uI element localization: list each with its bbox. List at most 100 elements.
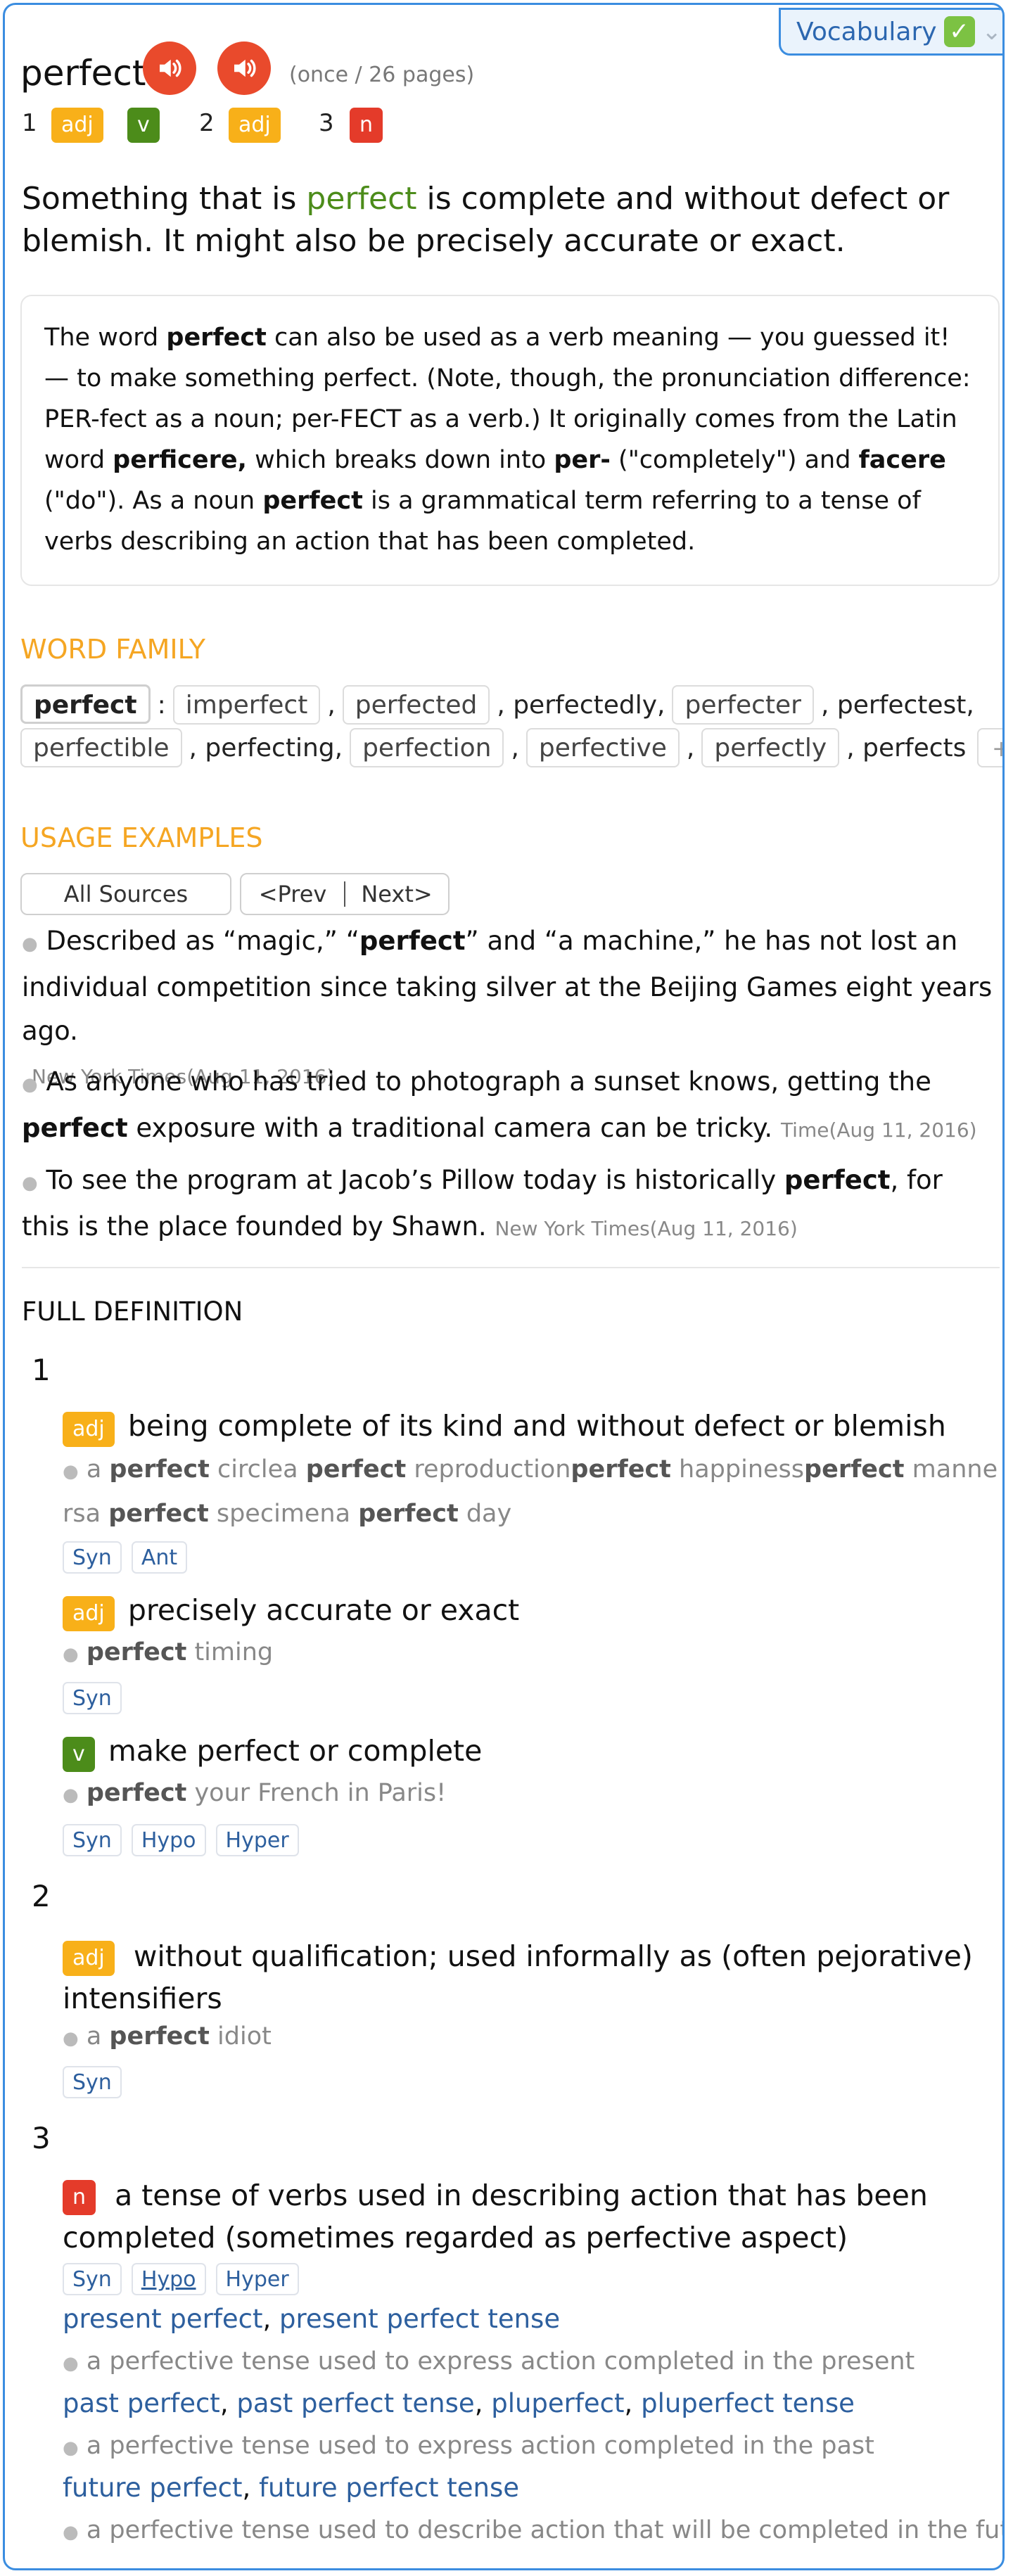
text: your French in Paris! [186,1779,447,1807]
word-family-plain[interactable]: , perfecting, [189,734,343,763]
word-family-plain[interactable]: , perfectest, [821,691,974,720]
short-definition: Something that is perfect is complete an… [22,178,993,262]
sense-nav-3[interactable]: 3 [319,109,334,146]
hyponym-link[interactable]: present perfect tense [279,2304,560,2334]
hyponym-gloss: ● a perfective tense used to express act… [63,2347,915,2376]
definition-text: a tense of verbs used in describing acti… [63,2179,928,2255]
word-family-item[interactable]: perfectly [701,728,840,767]
text: specimen [208,1500,336,1528]
sense-badge-n[interactable]: n [350,108,383,143]
separator: , [327,691,336,720]
relation-tags: Syn Ant [63,1541,197,1574]
sense-badge-v[interactable]: v [127,108,160,143]
example-source[interactable]: New York Times(Aug 11, 2016) [495,1217,797,1240]
bullet-icon: ● [63,1644,79,1665]
hyponym-link[interactable]: past perfect tense [236,2388,474,2418]
hyper-tag[interactable]: Hyper [215,1824,299,1856]
speaker-us-button[interactable] [143,42,196,95]
long-definition: The word perfect can also be used as a v… [20,295,1000,586]
relation-tags: Syn [63,1682,132,1714]
pos-badge-adj: adj [63,1596,115,1631]
bold-term: perfect [109,1455,210,1484]
hyponym-link[interactable]: pluperfect tense [641,2388,855,2418]
word-family-heading: WORD FAMILY [20,634,205,665]
hyponym-link[interactable]: past perfect [63,2388,220,2418]
text: a [335,1500,359,1528]
bullet-icon: ● [63,2437,79,2459]
word-family-root[interactable]: perfect [20,684,151,724]
bullet-icon: ● [63,1785,79,1806]
word-family-item[interactable]: perfected [342,685,490,725]
word-family-item[interactable]: imperfect [172,685,321,725]
bold-term: perfect [86,1638,187,1666]
headword: perfect [20,53,146,94]
text: a [283,1455,306,1484]
text: a perfective tense used to describe acti… [86,2516,1005,2544]
hyponym-gloss: ● a perfective tense used to express act… [63,2432,874,2460]
hyponym-link[interactable]: future perfect tense [259,2473,519,2503]
bold-term: perficere, [113,446,247,474]
sense-definition: adj being complete of its kind and witho… [63,1409,946,1447]
speaker-uk-button[interactable] [217,42,271,95]
bold-term: perfect [109,2022,210,2051]
syn-tag[interactable]: Syn [63,2066,122,2098]
text: a [86,2022,110,2051]
ant-tag[interactable]: Ant [131,1541,188,1574]
syn-tag[interactable]: Syn [63,1682,122,1714]
bold-term: perfect [784,1165,891,1195]
text: a perfective tense used to express actio… [86,2432,874,2460]
all-sources-button[interactable]: All Sources [20,873,231,915]
definition-text: make perfect or complete [108,1734,483,1768]
vocabulary-tab[interactable]: Vocabulary ✓ ⌄ [779,8,1002,56]
chevron-down-icon[interactable]: ⌄ [982,18,1002,46]
hyper-tag[interactable]: Hyper [215,2263,299,2295]
example-source[interactable]: Time(Aug 11, 2016) [781,1118,977,1142]
bullet-icon: ● [63,1461,79,1482]
text: a perfective tense used to express actio… [86,2347,915,2376]
bold-term: perfect [571,1455,671,1484]
hyponym-terms: future perfect, future perfect tense [63,2473,519,2503]
definition-group-number: 2 [32,1879,51,1913]
text: which breaks down into [246,446,554,474]
expand-word-family-button[interactable]: + [977,728,1002,767]
sense-badge-adj[interactable]: adj [229,108,281,143]
hypo-tag[interactable]: Hypo [131,2263,206,2295]
sense-examples: ● perfect timing [63,1638,273,1666]
text: reproduction [406,1455,571,1484]
next-button[interactable]: Next> [345,874,448,914]
sense-examples: ● a perfect circlea perfect reproduction… [63,1448,998,1535]
hyponym-link[interactable]: pluperfect [491,2388,624,2418]
relation-tags: Syn [63,2066,132,2098]
definition-text: without qualification; used informally a… [63,1939,973,2015]
bold-term: perfect [166,324,267,352]
usage-example: ● As anyone who has tried to photograph … [22,1060,995,1152]
sense-nav-1[interactable]: 1 [22,109,37,146]
prev-button[interactable]: <Prev [241,881,345,907]
bullet-icon: ● [22,1074,38,1095]
sense-number: 2 [199,109,215,137]
syn-tag[interactable]: Syn [63,1541,122,1574]
word-family-item[interactable]: perfectible [20,728,182,767]
pos-badge-n: n [63,2180,96,2215]
text: exposure with a traditional camera can b… [127,1113,773,1143]
pos-badge-adj: adj [63,1941,115,1976]
bold-term: perfect [804,1455,905,1484]
definition-group-number: 3 [32,2121,51,2155]
word-family-item[interactable]: perfective [525,728,680,767]
sense-number: 1 [22,109,37,137]
definition-text: being complete of its kind and without d… [127,1409,946,1443]
syn-tag[interactable]: Syn [63,1824,122,1856]
word-family-item[interactable]: perfecter [672,685,814,725]
sense-nav-2[interactable]: 2 [199,109,215,146]
syn-tag[interactable]: Syn [63,2263,122,2295]
hyponym-link[interactable]: present perfect [63,2304,263,2334]
hypo-tag[interactable]: Hypo [131,1824,206,1856]
text: ("completely") and [610,446,859,474]
word-family-plain[interactable]: , perfectedly, [497,691,665,720]
hyponym-link[interactable]: future perfect [63,2473,242,2503]
text: Something that is [22,181,307,217]
sense-badge-adj[interactable]: adj [51,108,103,143]
word-family-item[interactable]: perfection [350,728,504,767]
word-family-plain[interactable]: , perfects [846,734,966,763]
divider [22,1267,1000,1268]
